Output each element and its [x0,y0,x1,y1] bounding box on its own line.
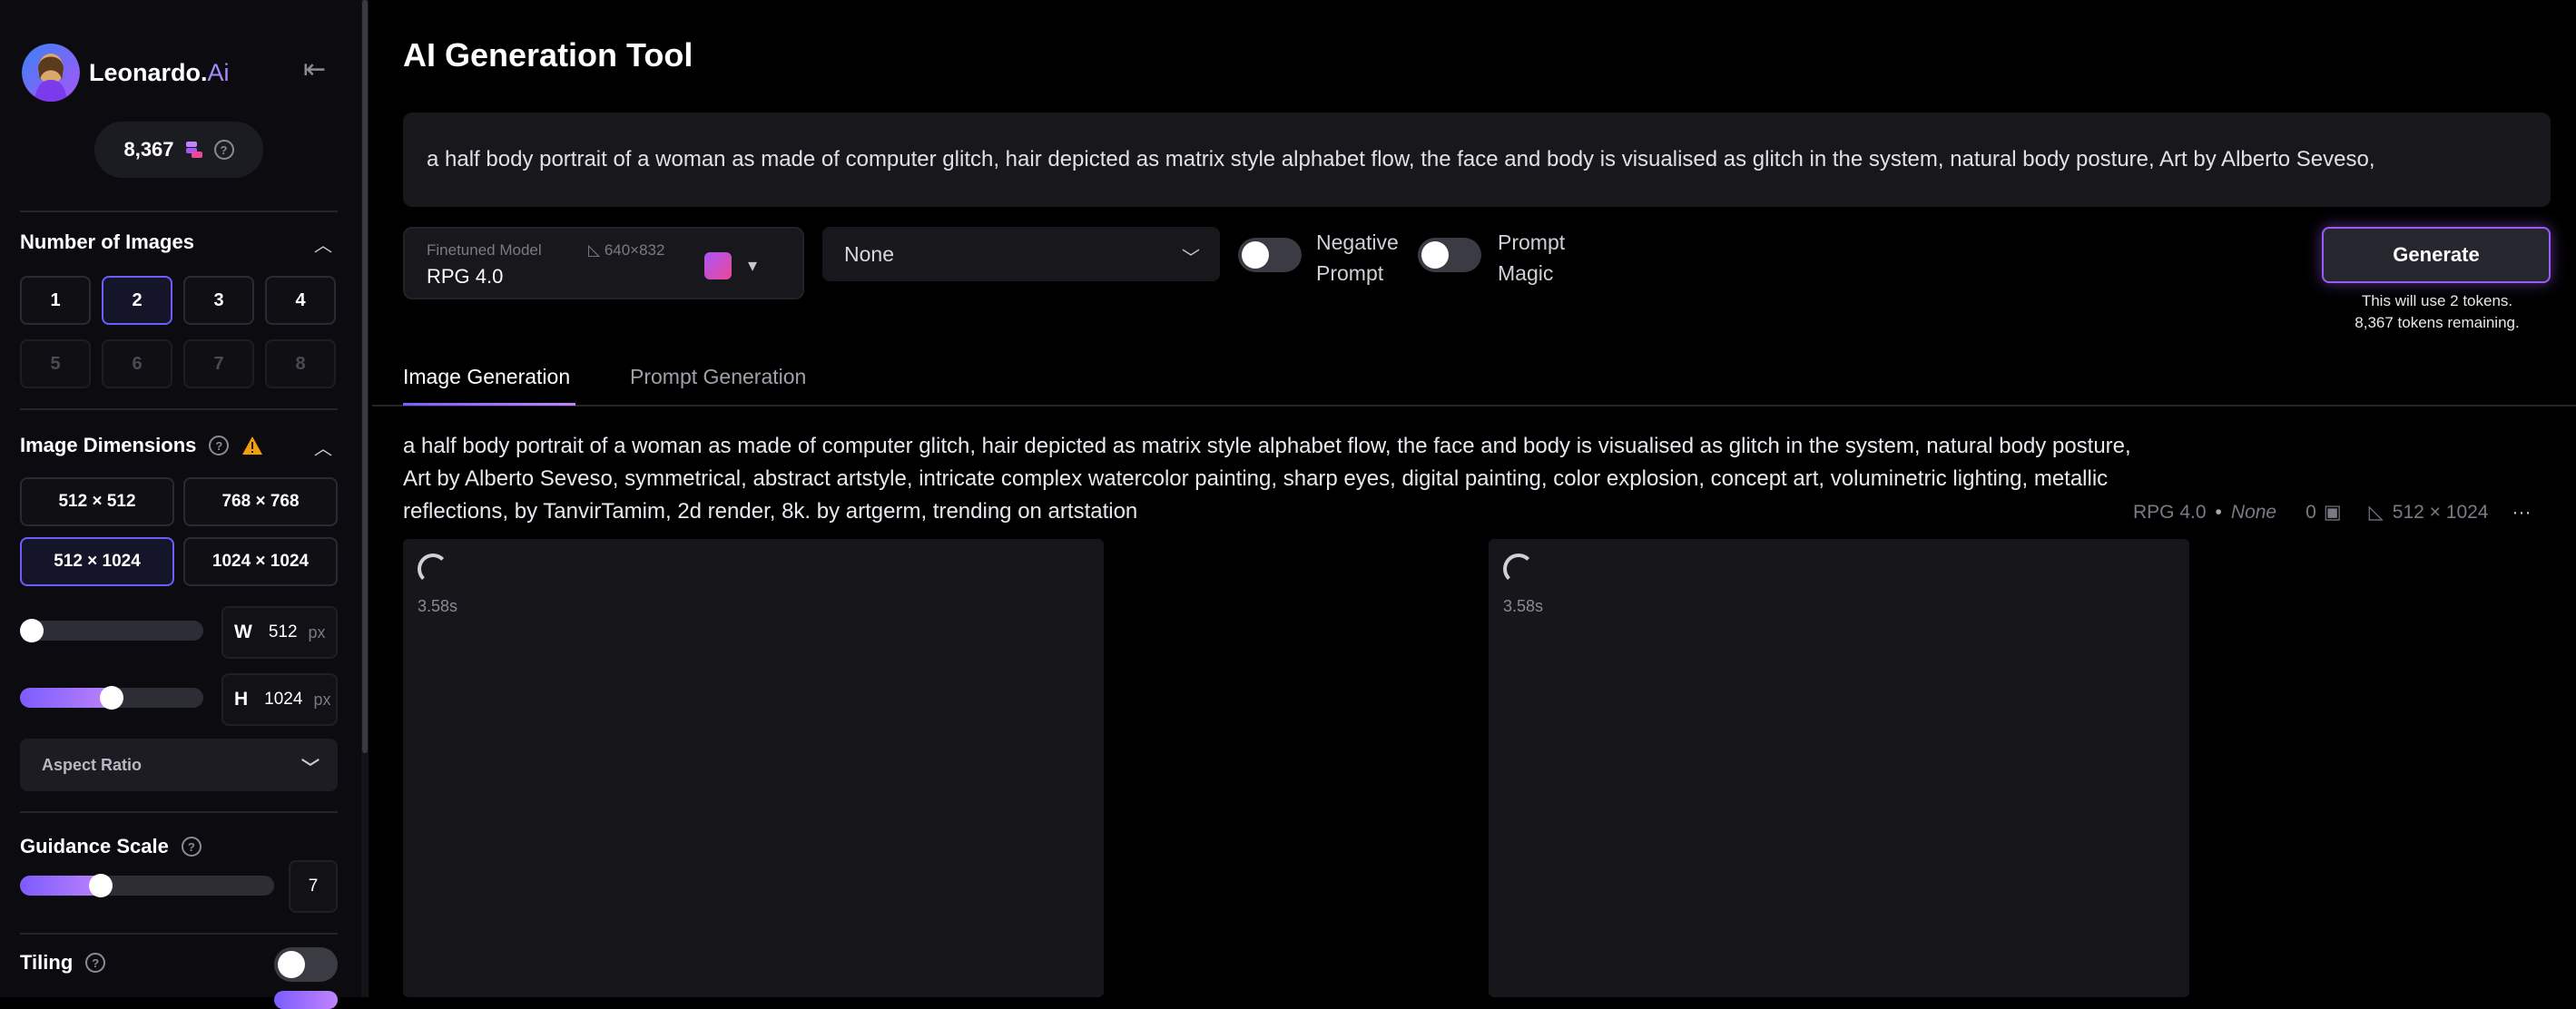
height-slider-thumb[interactable] [100,686,123,710]
model-dims: ◺ 640×832 [588,241,665,259]
page-title: AI Generation Tool [403,36,693,73]
brand-logo-icon [22,44,80,102]
next-toggle-partial[interactable] [274,991,338,1009]
chevron-up-icon[interactable]: ︿ [314,230,332,257]
generate-button[interactable]: Generate [2322,227,2551,283]
prompt-magic-toggle[interactable] [1418,238,1481,272]
number-of-images-title: Number of Images [20,230,194,253]
prompt-text: a half body portrait of a woman as made … [427,147,2375,171]
brand[interactable]: Leonardo.Ai [22,44,230,102]
prompt-magic-label: Prompt Magic [1498,230,1566,285]
width-slider-thumb[interactable] [20,619,44,642]
image-count-option-8[interactable]: 8 [265,339,336,388]
generation-meta: RPG 4.0 • None 0 ▣ ◺ 512 × 1024 ··· [2133,501,2531,524]
token-stack-icon [183,139,205,161]
active-tab-indicator [403,403,575,406]
guidance-scale-slider[interactable] [20,874,274,897]
guidance-scale-value[interactable]: 7 [289,860,338,913]
loading-spinner-icon [1503,553,1534,584]
loading-spinner-icon [418,553,448,584]
generated-image-placeholder[interactable]: 3.58s [1489,539,2189,997]
chevron-up-icon[interactable]: ︿ [314,434,332,460]
image-count-option-1[interactable]: 1 [20,276,91,325]
toggle-knob [1421,241,1449,269]
model-badge-icon [704,252,732,279]
image-count-option-5[interactable]: 5 [20,339,91,388]
toggle-knob [1242,241,1269,269]
image-dimensions-title: Image Dimensions ? [20,434,263,457]
generated-image-placeholder[interactable]: 3.58s [403,539,1104,997]
image-count-option-4[interactable]: 4 [265,276,336,325]
collapse-sidebar-icon[interactable]: ⇤ [303,56,326,83]
help-icon[interactable]: ? [181,837,202,857]
tab-prompt-generation[interactable]: Prompt Generation [630,365,806,389]
divider [20,811,338,813]
chevron-down-icon: ﹀ [1182,249,1200,269]
model-value: RPG 4.0 [427,265,504,288]
chevron-down-icon: ﹀ [301,759,320,779]
help-icon[interactable]: ? [209,436,230,456]
divider [20,211,338,212]
width-value: 512 [268,622,298,642]
tiling-toggle[interactable] [274,947,338,982]
brand-name: Leonardo.Ai [89,58,230,86]
tab-image-generation[interactable]: Image Generation [403,365,570,389]
model-label: Finetuned Model [427,241,542,259]
width-slider[interactable] [20,619,203,642]
image-count-option-2[interactable]: 2 [102,276,172,325]
caret-down-icon: ▾ [748,256,758,276]
toggle-knob [278,951,305,978]
meta-style: None [2230,501,2277,523]
aspect-ratio-select[interactable]: Aspect Ratio ﹀ [20,739,338,791]
token-cost-note: This will use 2 tokens. [2361,292,2513,309]
divider [20,933,338,935]
height-field[interactable]: H 1024 px [221,673,338,726]
image-count-option-7[interactable]: 7 [183,339,254,388]
tabs-divider [372,405,2576,407]
prompt-input[interactable]: a half body portrait of a woman as made … [403,113,2551,207]
negative-prompt-label: Negative Prompt [1316,230,1399,285]
meta-count: 0 [2306,501,2316,523]
generation-prompt: a half body portrait of a woman as made … [403,434,2131,524]
sidebar-scrollbar-thumb[interactable] [362,0,368,753]
negative-prompt-toggle[interactable] [1238,238,1302,272]
help-icon[interactable]: ? [213,140,234,160]
image-count-option-3[interactable]: 3 [183,276,254,325]
token-balance[interactable]: 8,367 ? [94,122,263,178]
warning-icon [242,436,263,455]
guidance-slider-thumb[interactable] [89,874,113,897]
dimensions-icon: ◺ [2368,502,2384,523]
divider [20,408,338,410]
elapsed-time: 3.58s [1503,597,1544,615]
dimension-option[interactable]: 512 × 1024 [20,537,174,586]
image-count-option-6[interactable]: 6 [102,339,172,388]
elapsed-time: 3.58s [418,597,458,615]
image-icon: ▣ [2323,502,2342,523]
meta-dims: 512 × 1024 [2392,501,2489,523]
width-field[interactable]: W 512 px [221,606,338,659]
more-options-icon[interactable]: ··· [2512,502,2531,524]
finetuned-model-select[interactable]: Finetuned Model ◺ 640×832 RPG 4.0 ▾ [403,227,804,299]
style-select[interactable]: None ﹀ [822,227,1220,281]
tokens-remaining-note: 8,367 tokens remaining. [2355,314,2520,331]
meta-dot: • [2215,501,2222,523]
tiling-title: Tiling ? [20,951,106,975]
guidance-scale-title: Guidance Scale ? [20,835,202,858]
dimension-option[interactable]: 512 × 512 [20,477,174,526]
dimension-option[interactable]: 768 × 768 [183,477,338,526]
token-count: 8,367 [123,138,174,161]
sidebar: Leonardo.Ai ⇤ 8,367 ? Number of Images ︿… [0,0,361,1009]
meta-model: RPG 4.0 [2133,501,2207,523]
dimensions-icon: ◺ [588,241,601,259]
help-icon[interactable]: ? [85,953,106,973]
height-slider[interactable] [20,686,203,710]
dimension-option[interactable]: 1024 × 1024 [183,537,338,586]
height-value: 1024 [264,690,303,709]
